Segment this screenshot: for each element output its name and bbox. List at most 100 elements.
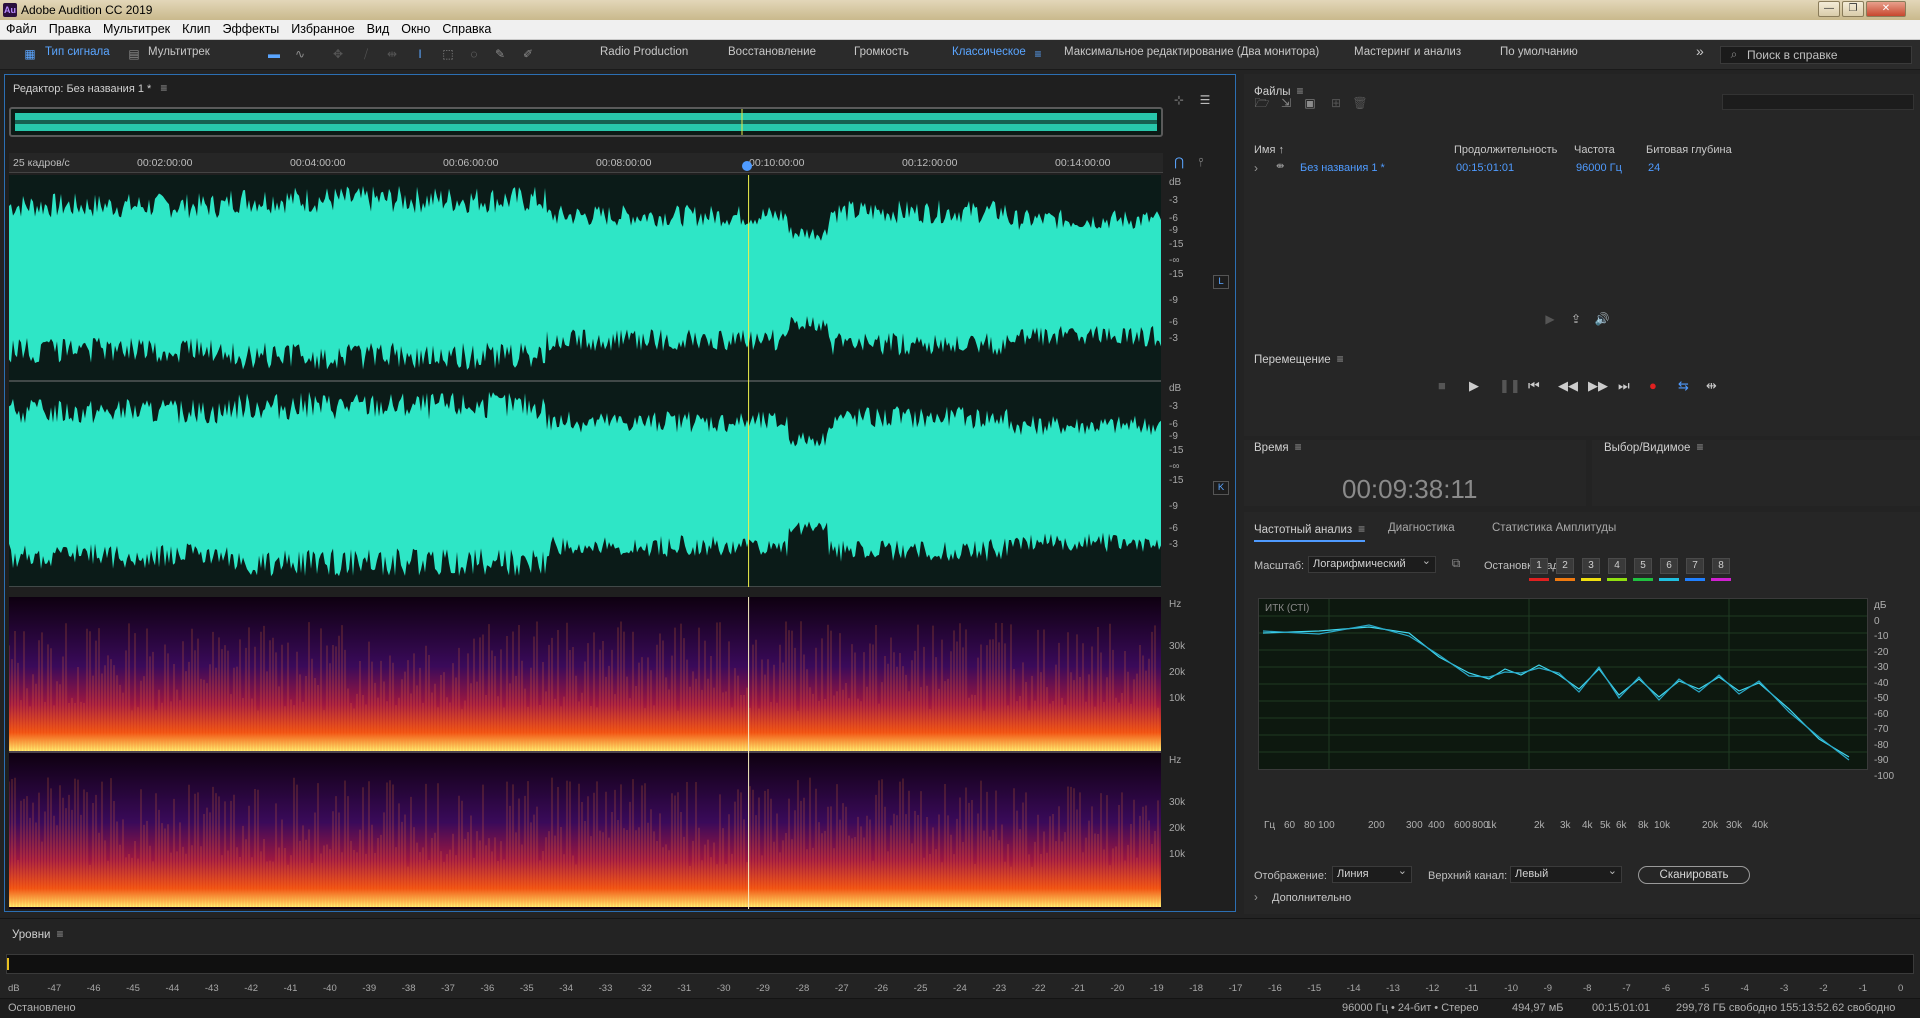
scale-dropdown[interactable]: Логарифмический [1308, 554, 1436, 573]
marker-icon[interactable]: ⫯ [1193, 155, 1209, 169]
spectral-display-icon[interactable]: ∿ [292, 47, 308, 61]
play-icon[interactable]: ▶ [1469, 378, 1479, 394]
expand-icon[interactable]: › [1254, 161, 1258, 175]
insert-icon[interactable]: ⊞ [1328, 96, 1344, 110]
import-icon[interactable]: ⇲ [1278, 96, 1294, 110]
scan-button[interactable]: Сканировать [1638, 866, 1750, 884]
razor-tool-icon[interactable]: ⧸ [358, 47, 374, 61]
waveform-view-button[interactable]: Тип сигнала [45, 46, 110, 58]
open-file-icon[interactable]: 🗁 [1254, 96, 1270, 110]
menu-multitrack[interactable]: Мультитрек [97, 20, 176, 36]
workspace-overflow-button[interactable]: » [1696, 43, 1704, 59]
tab-amplitude-statistics[interactable]: Статистика Амплитуды [1492, 522, 1616, 534]
maximize-button[interactable]: ❐ [1842, 1, 1864, 17]
editor-menu-icon[interactable]: ≡ [160, 81, 167, 95]
fast-forward-icon[interactable]: ▶▶ [1588, 378, 1608, 394]
levels-menu-icon[interactable]: ≡ [56, 927, 63, 941]
playhead-handle[interactable] [742, 161, 752, 171]
level-tick: -16 [1268, 983, 1282, 994]
advanced-expand-icon[interactable]: › [1254, 892, 1258, 904]
frequency-graph[interactable]: ИТК (СТІ) [1258, 598, 1868, 770]
workspace-dual-monitor[interactable]: Максимальное редактирование (Два монитор… [1064, 46, 1319, 58]
new-file-icon[interactable]: ▣ [1302, 96, 1318, 110]
menu-favorites[interactable]: Избранное [285, 20, 360, 36]
tab-diagnostics[interactable]: Диагностика [1388, 522, 1455, 534]
transport-title: Перемещение [1254, 354, 1331, 366]
selection-menu-icon[interactable]: ≡ [1696, 440, 1703, 454]
skip-end-icon[interactable]: ⏭ [1618, 378, 1630, 394]
timecode-format[interactable]: 25 кадров/с [13, 157, 70, 169]
freeze-frame-4[interactable]: 4 [1608, 558, 1626, 574]
move-tool-icon[interactable]: ✥ [330, 47, 346, 61]
level-tick: -24 [953, 983, 967, 994]
transport-menu-icon[interactable]: ≡ [1337, 352, 1344, 366]
pause-icon[interactable]: ❚❚ [1499, 378, 1521, 394]
record-icon[interactable]: ● [1649, 378, 1657, 393]
snap-icon[interactable]: ⋂ [1171, 155, 1187, 169]
minimize-button[interactable]: — [1818, 1, 1840, 17]
waveform-display[interactable] [9, 175, 1161, 588]
workspace-loudness[interactable]: Громкость [854, 46, 909, 58]
help-search-input[interactable]: Поиск в справке [1720, 46, 1912, 64]
freeze-frame-6[interactable]: 6 [1660, 558, 1678, 574]
freeze-frame-8[interactable]: 8 [1712, 558, 1730, 574]
col-duration[interactable]: Продолжительность [1454, 144, 1557, 156]
marquee-tool-icon[interactable]: ⬚ [440, 47, 456, 61]
delete-icon[interactable]: 🗑 [1352, 96, 1368, 110]
panel-options-icon[interactable]: ☰ [1197, 93, 1213, 107]
skip-start-icon[interactable]: ⏮ [1528, 378, 1540, 394]
col-name[interactable]: Имя ↑ [1254, 144, 1284, 156]
time-selection-tool-icon[interactable]: I [412, 47, 428, 61]
channel-right-toggle[interactable]: K [1213, 481, 1229, 495]
menu-window[interactable]: Окно [395, 20, 436, 36]
waveform-display-icon[interactable]: ▬ [266, 47, 282, 61]
menu-edit[interactable]: Правка [43, 20, 97, 36]
preview-play-icon[interactable]: ▶ [1542, 312, 1558, 326]
zoom-selection-icon[interactable]: ⊹ [1171, 93, 1187, 107]
freeze-frame-1[interactable]: 1 [1530, 558, 1548, 574]
rewind-icon[interactable]: ◀◀ [1558, 378, 1578, 394]
db-tick: -6 [1169, 317, 1178, 328]
freeze-frame-7[interactable]: 7 [1686, 558, 1704, 574]
hold-icon[interactable]: ⧉ [1448, 556, 1464, 570]
menu-file[interactable]: Файл [0, 20, 43, 36]
stop-icon[interactable]: ■ [1438, 378, 1446, 393]
preview-volume-icon[interactable]: 🔊 [1594, 312, 1610, 326]
workspace-classic[interactable]: Классическое [952, 46, 1026, 58]
time-ruler[interactable]: 25 кадров/с 00:02:00:00 00:04:00:00 00:0… [9, 153, 1163, 173]
channel-left-toggle[interactable]: L [1213, 275, 1229, 289]
menu-help[interactable]: Справка [436, 20, 497, 36]
advanced-section[interactable]: Дополнительно [1272, 892, 1351, 904]
menu-view[interactable]: Вид [361, 20, 396, 36]
menu-effects[interactable]: Эффекты [216, 20, 285, 36]
col-depth[interactable]: Битовая глубина [1646, 144, 1732, 156]
close-button[interactable]: ✕ [1866, 1, 1906, 17]
freeze-frame-2[interactable]: 2 [1556, 558, 1574, 574]
freq-menu-icon[interactable]: ≡ [1358, 522, 1365, 536]
files-search-input[interactable] [1722, 94, 1914, 110]
freeze-frame-5[interactable]: 5 [1634, 558, 1652, 574]
brush-tool-icon[interactable]: ✎ [492, 47, 508, 61]
display-dropdown[interactable]: Линия [1332, 864, 1412, 883]
workspace-default[interactable]: По умолчанию [1500, 46, 1578, 58]
workspace-mastering[interactable]: Мастеринг и анализ [1354, 46, 1461, 58]
workspace-radio-production[interactable]: Radio Production [600, 46, 688, 58]
tab-frequency-analysis[interactable]: Частотный анализ [1254, 524, 1352, 536]
time-menu-icon[interactable]: ≡ [1295, 440, 1302, 454]
lasso-tool-icon[interactable]: ◌ [466, 47, 482, 61]
menu-clip[interactable]: Клип [176, 20, 216, 36]
preview-export-icon[interactable]: ⇪ [1568, 312, 1584, 326]
spot-healing-tool-icon[interactable]: ✐ [520, 47, 536, 61]
multitrack-view-button[interactable]: Мультитрек [148, 46, 210, 58]
workspace-restoration[interactable]: Восстановление [728, 46, 816, 58]
overview-bar[interactable] [9, 107, 1163, 137]
level-tick: -23 [992, 983, 1007, 994]
freeze-frame-3[interactable]: 3 [1582, 558, 1600, 574]
spectral-display[interactable] [8, 597, 1161, 909]
col-rate[interactable]: Частота [1574, 144, 1615, 156]
loop-icon[interactable]: ⇆ [1678, 378, 1689, 394]
workspace-menu-icon[interactable]: ≡ [1030, 47, 1046, 61]
skip-silence-icon[interactable]: ⇹ [1706, 378, 1717, 394]
slip-tool-icon[interactable]: ⇹ [384, 47, 400, 61]
top-channel-dropdown[interactable]: Левый [1510, 864, 1622, 883]
